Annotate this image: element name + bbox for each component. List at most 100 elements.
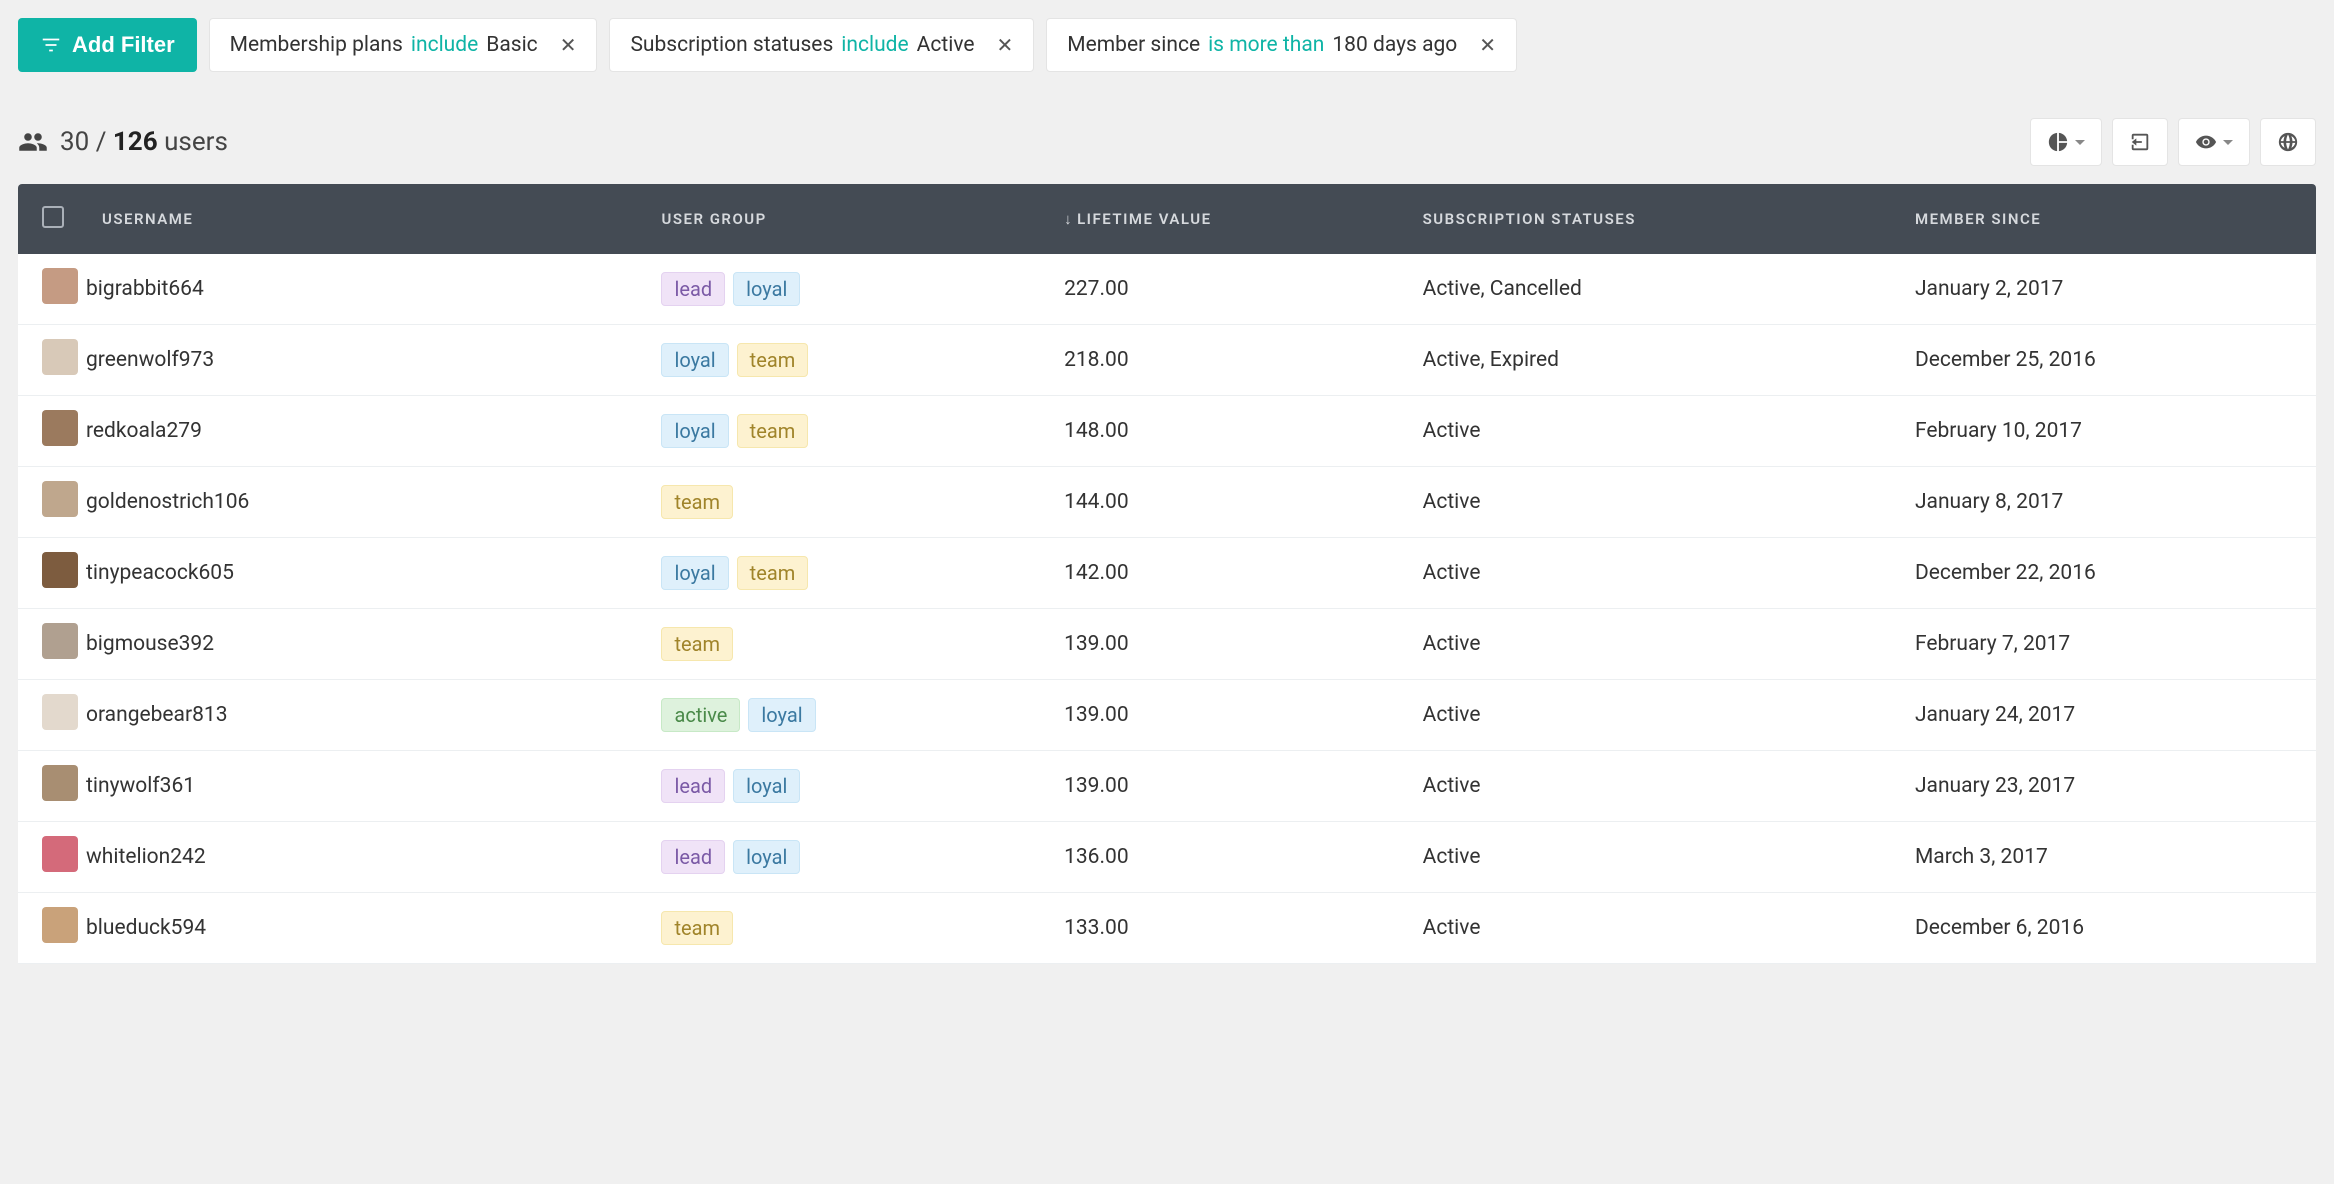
table-row[interactable]: goldenostrich106 team 144.00ActiveJanuary … [18, 467, 2316, 538]
table-row[interactable]: blueduck594team133.00ActiveDecember 6, 2… [18, 893, 2316, 964]
export-icon [2129, 131, 2151, 153]
close-icon[interactable]: ✕ [560, 35, 577, 55]
table-row[interactable]: bigmouse392team139.00ActiveFebruary 7, 2… [18, 609, 2316, 680]
pie-chart-icon [2047, 131, 2069, 153]
avatar [42, 836, 78, 872]
visibility-button[interactable] [2178, 118, 2250, 166]
username: orangebear813 [86, 703, 228, 727]
col-user-group[interactable]: USER GROUP [637, 184, 1040, 254]
member-since-cell: March 3, 2017 [1891, 822, 2316, 893]
lifetime-value-cell: 144.00 [1040, 467, 1399, 538]
filter-field: Subscription statuses [630, 33, 833, 57]
filter-operator: include [411, 33, 478, 57]
username: goldenostrich106 [86, 490, 249, 514]
user-count: 30 / 126 users [18, 127, 228, 157]
subscription-status-cell: Active [1399, 822, 1891, 893]
lifetime-value-cell: 139.00 [1040, 609, 1399, 680]
table-row[interactable]: whitelion242leadloyal136.00ActiveMarch 3… [18, 822, 2316, 893]
actions [2030, 118, 2316, 166]
subscription-status-cell: Active [1399, 467, 1891, 538]
table-row[interactable]: bigrabbit664leadloyal227.00Active, Cance… [18, 254, 2316, 325]
group-tag-team: team [661, 911, 733, 945]
avatar [42, 481, 78, 517]
group-tag-team: team [661, 485, 733, 519]
subscription-status-cell: Active [1399, 751, 1891, 822]
member-since-cell: December 6, 2016 [1891, 893, 2316, 964]
group-tag-team: team [737, 556, 809, 590]
filter-chips: Membership plans include Basic ✕ Subscript… [209, 18, 1517, 72]
add-filter-button[interactable]: Add Filter [18, 18, 197, 72]
member-since-cell: February 7, 2017 [1891, 609, 2316, 680]
avatar [42, 410, 78, 446]
globe-icon [2277, 131, 2299, 153]
group-tag-lead: lead [661, 769, 725, 803]
chevron-down-icon [2223, 140, 2233, 145]
member-since-cell: December 25, 2016 [1891, 325, 2316, 396]
username: tinypeacock605 [86, 561, 234, 585]
member-since-cell: December 22, 2016 [1891, 538, 2316, 609]
username: greenwolf973 [86, 348, 214, 372]
table-row[interactable]: tinypeacock605 loyal team 142.00ActiveDecem… [18, 538, 2316, 609]
close-icon[interactable]: ✕ [1479, 35, 1496, 55]
filter-value: Active [917, 33, 975, 57]
lifetime-value-cell: 139.00 [1040, 680, 1399, 751]
group-tag-loyal: loyal [661, 414, 728, 448]
table-row[interactable]: redkoala279loyalteam148.00ActiveFebruary… [18, 396, 2316, 467]
user-group-cell: team [637, 609, 1040, 680]
chart-button[interactable] [2030, 118, 2102, 166]
user-group-cell: team [637, 893, 1040, 964]
chevron-down-icon [2075, 140, 2085, 145]
group-tag-team: team [737, 414, 809, 448]
member-since-cell: February 10, 2017 [1891, 396, 2316, 467]
filter-operator: is more than [1208, 33, 1324, 57]
member-since-cell: January 8, 2017 [1891, 467, 2316, 538]
sort-desc-icon: ↓ [1064, 210, 1073, 228]
group-tag-active: active [661, 698, 740, 732]
subscription-status-cell: Active [1399, 609, 1891, 680]
group-tag-loyal: loyal [661, 556, 728, 590]
lifetime-value-cell: 218.00 [1040, 325, 1399, 396]
avatar [42, 765, 78, 801]
filter-value: Basic [486, 33, 537, 57]
member-since-cell: January 2, 2017 [1891, 254, 2316, 325]
count-unit: users [164, 127, 228, 157]
filter-chip[interactable]: Member since is more than 180 days ago✕ [1046, 18, 1517, 72]
filter-chip[interactable]: Membership plans include Basic ✕ [209, 18, 598, 72]
col-lifetime-value[interactable]: ↓LIFETIME VALUE [1040, 184, 1399, 254]
table-header: USERNAME USER GROUP ↓LIFETIME VALUE SUBS… [18, 184, 2316, 254]
user-group-cell: leadloyal [637, 751, 1040, 822]
group-tag-team: team [661, 627, 733, 661]
globe-button[interactable] [2260, 118, 2316, 166]
group-tag-team: team [737, 343, 809, 377]
select-all-header[interactable] [18, 184, 78, 254]
users-table: USERNAME USER GROUP ↓LIFETIME VALUE SUBS… [18, 184, 2316, 964]
user-group-cell: loyal team [637, 396, 1040, 467]
user-group-cell: leadloyal [637, 254, 1040, 325]
username: blueduck594 [86, 916, 206, 940]
group-tag-loyal: loyal [733, 840, 800, 874]
users-icon [18, 127, 48, 157]
table-row[interactable]: tinywolf361leadloyal139.00ActiveJanuary … [18, 751, 2316, 822]
col-subscription-statuses[interactable]: SUBSCRIPTION STATUSES [1399, 184, 1891, 254]
avatar [42, 623, 78, 659]
select-all-checkbox[interactable] [42, 206, 64, 228]
table-row[interactable]: orangebear813activeloyal139.00ActiveJanu… [18, 680, 2316, 751]
table-row[interactable]: greenwolf973loyalteam218.00Active, Expir… [18, 325, 2316, 396]
group-tag-loyal: loyal [661, 343, 728, 377]
subscription-status-cell: Active [1399, 538, 1891, 609]
filter-chip[interactable]: Subscription statuses include Active✕ [609, 18, 1034, 72]
user-group-cell: loyal team [637, 538, 1040, 609]
export-button[interactable] [2112, 118, 2168, 166]
close-icon[interactable]: ✕ [997, 35, 1014, 55]
avatar [42, 339, 78, 375]
avatar [42, 552, 78, 588]
col-username[interactable]: USERNAME [78, 184, 637, 254]
lifetime-value-cell: 133.00 [1040, 893, 1399, 964]
username: bigrabbit664 [86, 277, 204, 301]
lifetime-value-cell: 142.00 [1040, 538, 1399, 609]
subscription-status-cell: Active, Cancelled [1399, 254, 1891, 325]
filter-field: Membership plans [230, 33, 403, 57]
user-group-cell: activeloyal [637, 680, 1040, 751]
group-tag-lead: lead [661, 840, 725, 874]
col-member-since[interactable]: MEMBER SINCE [1891, 184, 2316, 254]
